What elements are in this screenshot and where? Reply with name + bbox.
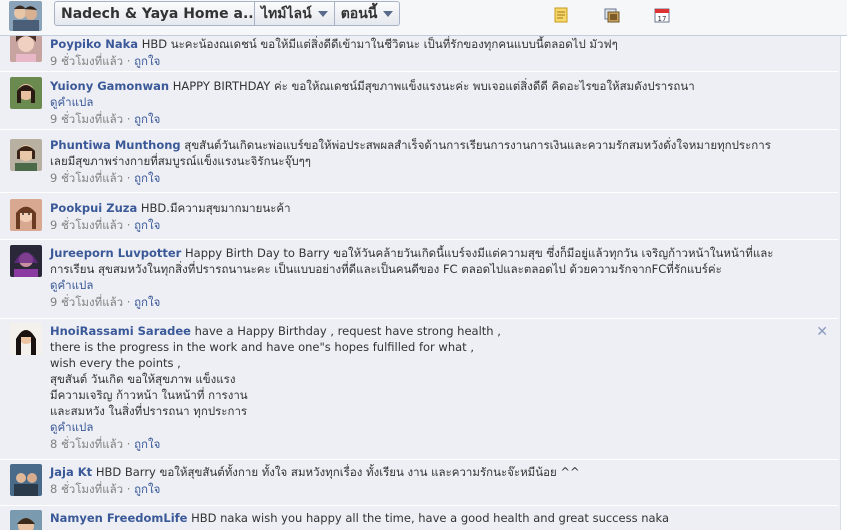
comment-text: การเรียน สุขสมหวังในทุกสิ่งที่ปรารถนานะค… bbox=[50, 262, 722, 276]
comment-time[interactable]: 8 ชั่วโมงที่แล้ว bbox=[50, 482, 123, 496]
close-icon[interactable]: ✕ bbox=[816, 324, 828, 340]
top-bar: Nadech & Yaya Home a... ไทม์ไลน์ ตอนนี้ bbox=[0, 0, 847, 36]
like-link[interactable]: ถูกใจ bbox=[134, 171, 160, 185]
comment-text: HBD Barry ขอให้สุขสันต์ทั้งกาย ทั้งใจ สม… bbox=[95, 465, 580, 479]
avatar[interactable] bbox=[10, 199, 42, 231]
comment-text: HBD naka wish you happy all the time, ha… bbox=[191, 511, 670, 525]
avatar[interactable] bbox=[10, 245, 42, 277]
comment-time[interactable]: 9 ชั่วโมงที่แล้ว bbox=[50, 54, 123, 68]
comment-time[interactable]: 8 ชั่วโมงที่แล้ว bbox=[50, 437, 123, 451]
comment-author[interactable]: Jaja Kt bbox=[50, 465, 92, 479]
now-dropdown[interactable]: ตอนนี้ bbox=[335, 2, 400, 25]
like-link[interactable]: ถูกใจ bbox=[134, 295, 160, 309]
page-avatar[interactable] bbox=[9, 1, 42, 31]
comment-author[interactable]: HnoiRassami Saradee bbox=[50, 324, 191, 338]
now-label: ตอนนี้ bbox=[340, 5, 378, 22]
avatar[interactable] bbox=[10, 139, 42, 171]
see-translation-link[interactable]: ดูคำแปล bbox=[50, 94, 808, 110]
comment-text: there is the progress in the work and ha… bbox=[50, 340, 474, 354]
comment-item: Namyen FreedomLife HBD naka wish you hap… bbox=[0, 507, 838, 530]
comment-text: และสมหวัง ในสิ่งที่ปรารถนา ทุกประการ bbox=[50, 404, 248, 418]
like-link[interactable]: ถูกใจ bbox=[134, 112, 160, 126]
see-translation-link[interactable]: ดูคำแปล bbox=[50, 419, 808, 435]
like-link[interactable]: ถูกใจ bbox=[134, 437, 160, 451]
comment-text: Happy Birth Day to Barry ขอให้วันคล้ายวั… bbox=[185, 246, 774, 260]
comment-text: wish every the points , bbox=[50, 356, 181, 370]
comment-item: Jureeporn Luvpotter Happy Birth Day to B… bbox=[0, 241, 838, 319]
avatar[interactable] bbox=[10, 464, 42, 496]
comment-author[interactable]: Yuiony Gamonwan bbox=[50, 79, 169, 93]
avatar[interactable] bbox=[10, 510, 42, 530]
avatar[interactable] bbox=[10, 36, 42, 62]
comment-item: Pookpui Zuza HBD.มีความสุขมากมายนะค้า 9 … bbox=[0, 194, 838, 240]
comment-text: HBD นะคะน้องณเดชน์ ขอให้มีแต่สิ่งดีดีเข้… bbox=[141, 37, 618, 51]
status-update-icon[interactable] bbox=[553, 7, 569, 23]
timeline-label: ไทม์ไลน์ bbox=[261, 5, 312, 22]
like-link[interactable]: ถูกใจ bbox=[134, 482, 160, 496]
like-link[interactable]: ถูกใจ bbox=[134, 54, 160, 68]
page-title-dropdown[interactable]: Nadech & Yaya Home a... bbox=[55, 2, 255, 25]
comment-feed: Poypiko Naka HBD นะคะน้องณเดชน์ ขอให้มีแ… bbox=[0, 36, 840, 530]
timeline-dropdown[interactable]: ไทม์ไลน์ bbox=[255, 2, 335, 25]
comment-author[interactable]: Pookpui Zuza bbox=[50, 201, 137, 215]
comment-author[interactable]: Poypiko Naka bbox=[50, 37, 138, 51]
comment-time[interactable]: 9 ชั่วโมงที่แล้ว bbox=[50, 295, 123, 309]
photo-icon[interactable] bbox=[604, 7, 620, 23]
comment-item: Phuntiwa Munthong สุขสันต์วันเกิดนะพ่อแบ… bbox=[0, 131, 838, 193]
page-title: Nadech & Yaya Home a... bbox=[61, 5, 255, 22]
comment-item: Jaja Kt HBD Barry ขอให้สุขสันต์ทั้งกาย ท… bbox=[0, 460, 838, 506]
avatar[interactable] bbox=[10, 323, 42, 355]
calendar-day: 17 bbox=[658, 15, 667, 23]
comment-text: สุขสันต์วันเกิดนะพ่อแบร์ขอให้พ่อประสพผลส… bbox=[184, 138, 771, 152]
comment-text: มีความเจริญ ก้าวหน้า ในหน้าที่ การงาน bbox=[50, 388, 248, 402]
comment-item: Poypiko Naka HBD นะคะน้องณเดชน์ ขอให้มีแ… bbox=[0, 36, 838, 72]
chevron-down-icon bbox=[383, 10, 394, 17]
comment-text: HBD.มีความสุขมากมายนะค้า bbox=[140, 201, 291, 215]
comment-item: ✕ HnoiRassami Saradee have a Happy Birth… bbox=[0, 320, 838, 460]
see-translation-link[interactable]: ดูคำแปล bbox=[50, 277, 808, 293]
comment-text: HAPPY BIRTHDAY ค่ะ ขอให้ณเดชน์มีสุขภาพแข… bbox=[172, 79, 695, 93]
comment-author[interactable]: Phuntiwa Munthong bbox=[50, 138, 181, 152]
chevron-down-icon bbox=[317, 10, 328, 17]
scrollbar[interactable] bbox=[840, 36, 847, 530]
comment-item: Yuiony Gamonwan HAPPY BIRTHDAY ค่ะ ขอให้… bbox=[0, 72, 838, 130]
like-link[interactable]: ถูกใจ bbox=[134, 218, 160, 232]
comment-author[interactable]: Namyen FreedomLife bbox=[50, 511, 187, 525]
comment-time[interactable]: 9 ชั่วโมงที่แล้ว bbox=[50, 171, 123, 185]
comment-time[interactable]: 9 ชั่วโมงที่แล้ว bbox=[50, 218, 123, 232]
page-nav: Nadech & Yaya Home a... ไทม์ไลน์ ตอนนี้ bbox=[54, 1, 401, 26]
comment-text: สุขสันต์ วันเกิด ขอให้สุขภาพ แข็งแรง bbox=[50, 372, 236, 386]
calendar-icon[interactable]: 17 bbox=[654, 7, 670, 23]
comment-time[interactable]: 9 ชั่วโมงที่แล้ว bbox=[50, 112, 123, 126]
comment-author[interactable]: Jureeporn Luvpotter bbox=[50, 246, 181, 260]
comment-text: เลยมีสุขภาพร่างกายที่สมบูรณ์แข็งแรงนะจิร… bbox=[50, 154, 311, 168]
avatar[interactable] bbox=[10, 77, 42, 109]
comment-text: have a Happy Birthday , request have str… bbox=[194, 324, 501, 338]
